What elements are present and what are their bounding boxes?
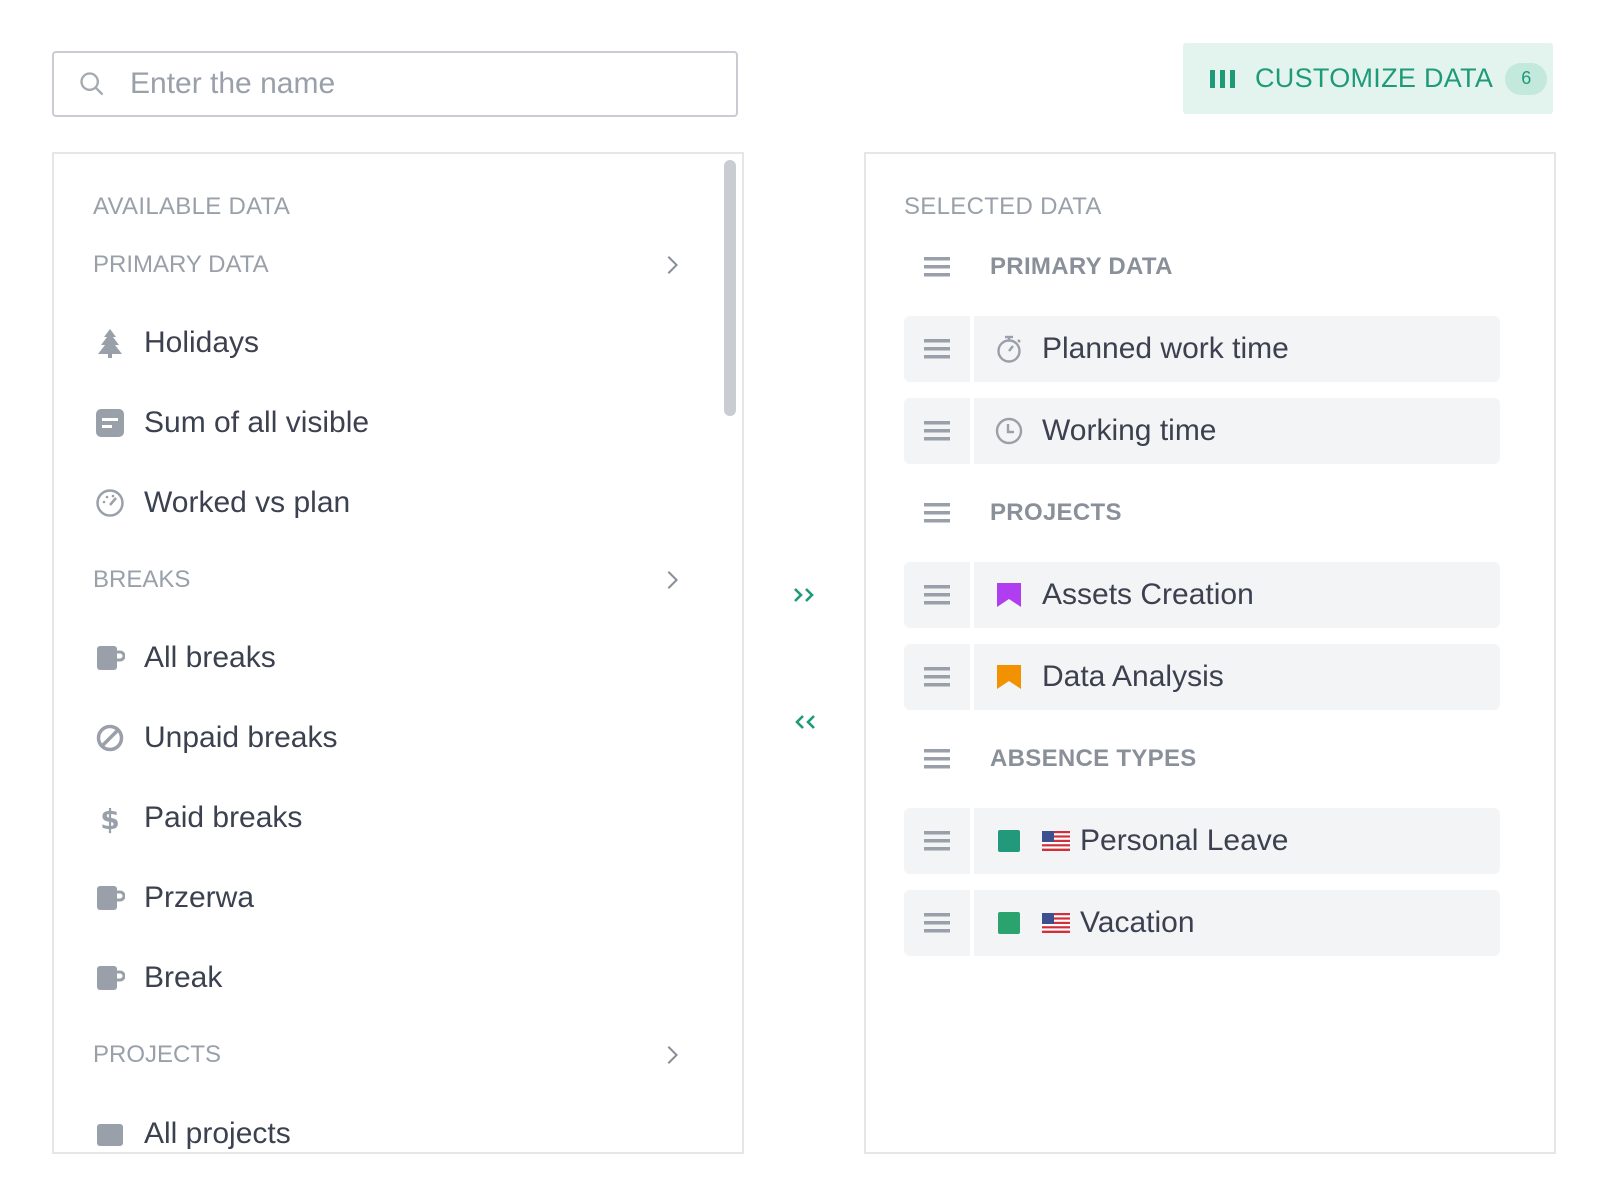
drag-handle-icon[interactable] (904, 234, 970, 300)
drag-handle-icon[interactable] (904, 726, 970, 792)
item-label: Data Analysis (1042, 660, 1224, 693)
chevron-right-icon (667, 1046, 679, 1064)
selected-data-heading: SELECTED DATA (904, 193, 1102, 220)
item-label: All breaks (144, 641, 276, 674)
selected-item-assets-creation[interactable]: Assets Creation (904, 562, 1500, 628)
tree-icon (93, 326, 127, 360)
double-chevron-left-icon (795, 715, 815, 729)
available-item-all-breaks[interactable]: All breaks (93, 633, 276, 683)
item-label: Break (144, 961, 223, 994)
search-input[interactable] (130, 67, 690, 101)
available-item-unpaid-breaks[interactable]: Unpaid breaks (93, 713, 337, 763)
search-field[interactable] (52, 51, 738, 117)
customize-data-button[interactable]: CUSTOMIZE DATA 6 (1183, 43, 1553, 114)
selected-item-working-time[interactable]: Working time (904, 398, 1500, 464)
square-icon (994, 908, 1024, 938)
available-item-break[interactable]: Break (93, 953, 222, 1003)
section-projects[interactable]: PROJECTS (93, 1035, 683, 1075)
item-label: Worked vs plan (144, 486, 351, 519)
item-label: Przerwa (144, 881, 255, 914)
group-label: PROJECTS (990, 499, 1122, 526)
bookmark-icon (994, 662, 1024, 692)
bookmark-icon (994, 580, 1024, 610)
selected-item-planned-work-time[interactable]: Planned work time (904, 316, 1500, 382)
double-chevron-right-icon (794, 588, 814, 602)
gauge-icon (93, 486, 127, 520)
drag-handle-icon[interactable] (904, 808, 970, 874)
drag-handle-icon[interactable] (904, 644, 970, 710)
drag-handle-icon[interactable] (904, 562, 970, 628)
item-label: Personal Leave (1080, 824, 1289, 857)
folder-icon (93, 1117, 127, 1151)
selected-group-absence-types[interactable]: ABSENCE TYPES (904, 726, 1500, 792)
item-label: Working time (1042, 414, 1217, 447)
dollar-icon: $ (93, 801, 127, 835)
section-label: PRIMARY DATA (93, 251, 269, 278)
item-label: Sum of all visible (144, 406, 370, 439)
drag-handle-icon[interactable] (904, 480, 970, 546)
available-item-holidays[interactable]: Holidays (93, 318, 259, 368)
drag-handle-icon[interactable] (904, 316, 970, 382)
remove-from-selected-button[interactable] (790, 707, 820, 737)
available-item-all-projects[interactable]: All projects (93, 1109, 291, 1152)
note-icon (93, 406, 127, 440)
no-icon (93, 721, 127, 755)
section-label: PROJECTS (93, 1041, 222, 1068)
available-item-sum-of-all-visible[interactable]: Sum of all visible (93, 398, 369, 448)
mug-icon (93, 881, 127, 915)
selected-group-primary-data[interactable]: PRIMARY DATA (904, 234, 1500, 300)
section-label: BREAKS (93, 566, 191, 593)
available-item-przerwa[interactable]: Przerwa (93, 873, 254, 923)
drag-handle-icon[interactable] (904, 890, 970, 956)
item-label: Holidays (144, 326, 260, 359)
item-label: Assets Creation (1042, 578, 1254, 611)
group-label: ABSENCE TYPES (990, 745, 1197, 772)
scrollbar-thumb[interactable] (724, 160, 736, 416)
item-label: Paid breaks (144, 801, 303, 834)
stopwatch-icon (994, 334, 1024, 364)
square-icon (994, 826, 1024, 856)
item-label: Unpaid breaks (144, 721, 338, 754)
us-flag-icon (1042, 913, 1070, 933)
customize-data-label: CUSTOMIZE DATA (1255, 63, 1494, 93)
available-item-paid-breaks[interactable]: $ Paid breaks (93, 793, 302, 843)
columns-icon (1210, 69, 1235, 88)
selected-item-data-analysis[interactable]: Data Analysis (904, 644, 1500, 710)
selected-item-personal-leave[interactable]: Personal Leave (904, 808, 1500, 874)
chevron-right-icon (667, 256, 679, 274)
us-flag-icon (1042, 831, 1070, 851)
drag-handle-icon[interactable] (904, 398, 970, 464)
add-to-selected-button[interactable] (790, 580, 820, 610)
section-breaks[interactable]: BREAKS (93, 560, 683, 600)
item-label: Planned work time (1042, 332, 1289, 365)
mug-icon (93, 961, 127, 995)
chevron-right-icon (667, 571, 679, 589)
selected-item-vacation[interactable]: Vacation (904, 890, 1500, 956)
item-label: All projects (144, 1117, 291, 1150)
selected-count-badge: 6 (1505, 62, 1548, 95)
selected-group-projects[interactable]: PROJECTS (904, 480, 1500, 546)
available-data-panel[interactable]: AVAILABLE DATA PRIMARY DATA Holidays Sum… (52, 152, 744, 1154)
clock-icon (994, 416, 1024, 446)
section-primary-data[interactable]: PRIMARY DATA (93, 245, 683, 285)
search-icon (80, 72, 104, 96)
svg-text:$: $ (100, 803, 119, 834)
selected-data-panel[interactable]: SELECTED DATA PRIMARY DATA Planned work … (864, 152, 1556, 1154)
available-item-worked-vs-plan[interactable]: Worked vs plan (93, 478, 350, 528)
item-label: Vacation (1080, 906, 1195, 939)
group-label: PRIMARY DATA (990, 253, 1173, 280)
mug-icon (93, 641, 127, 675)
available-data-heading: AVAILABLE DATA (93, 193, 291, 220)
